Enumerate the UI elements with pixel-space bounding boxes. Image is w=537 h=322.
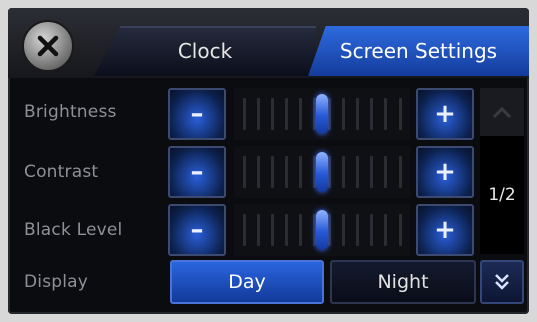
slider-tick xyxy=(299,98,303,130)
slider-tick xyxy=(341,214,345,246)
slider-tick xyxy=(299,214,303,246)
contrast-label: Contrast xyxy=(24,162,99,182)
contrast-minus-glyph: – xyxy=(190,157,204,187)
brightness-slider[interactable] xyxy=(234,88,410,140)
slider-tick xyxy=(285,214,289,246)
brightness-decrease-button[interactable]: – xyxy=(168,88,226,140)
display-day-button[interactable]: Day xyxy=(170,260,324,304)
slider-tick xyxy=(370,98,374,130)
scroll-up-button[interactable] xyxy=(480,88,524,136)
slider-tick xyxy=(256,98,260,130)
contrast-increase-button[interactable]: + xyxy=(416,146,474,198)
black-level-decrease-button[interactable]: – xyxy=(168,204,226,256)
slider-tick xyxy=(327,214,331,246)
black-level-plus-glyph: + xyxy=(434,215,456,245)
tab-clock-label: Clock xyxy=(177,39,233,63)
black-level-label: Black Level xyxy=(24,220,123,240)
slider-tick xyxy=(384,214,388,246)
close-button[interactable] xyxy=(22,20,74,72)
black-level-slider[interactable] xyxy=(234,204,410,256)
tab-screen-settings[interactable]: Screen Settings xyxy=(308,26,529,76)
slider-thumb[interactable] xyxy=(316,94,328,134)
slider-tick xyxy=(384,156,388,188)
display-label: Display xyxy=(24,272,89,292)
slider-tick xyxy=(398,214,402,246)
slider-tick xyxy=(299,156,303,188)
slider-tick xyxy=(341,156,345,188)
tab-screen-settings-label: Screen Settings xyxy=(339,39,498,63)
display-day-label: Day xyxy=(228,271,266,293)
slider-tick xyxy=(355,98,359,130)
slider-tick xyxy=(355,214,359,246)
slider-tick xyxy=(270,214,274,246)
chevron-up-icon xyxy=(492,106,512,119)
slider-tick xyxy=(270,98,274,130)
contrast-decrease-button[interactable]: – xyxy=(168,146,226,198)
slider-tick xyxy=(256,214,260,246)
slider-tick xyxy=(285,156,289,188)
slider-tick xyxy=(242,156,246,188)
slider-tick xyxy=(341,98,345,130)
tab-bar: Clock Screen Settings xyxy=(8,8,529,78)
scroll-down-button[interactable] xyxy=(480,260,524,304)
tab-clock[interactable]: Clock xyxy=(94,26,316,76)
slider-tick xyxy=(242,214,246,246)
slider-thumb[interactable] xyxy=(316,210,328,250)
slider-tick xyxy=(370,214,374,246)
slider-tick xyxy=(384,98,388,130)
slider-tick xyxy=(270,156,274,188)
slider-tick xyxy=(285,98,289,130)
page-indicator: 1/2 xyxy=(480,136,524,254)
display-night-label: Night xyxy=(377,271,429,293)
contrast-slider[interactable] xyxy=(234,146,410,198)
slider-tick xyxy=(398,156,402,188)
close-icon xyxy=(37,35,59,57)
slider-tick xyxy=(355,156,359,188)
slider-tick xyxy=(242,98,246,130)
screen-settings-panel: Clock Screen Settings Brightness – + Con… xyxy=(8,8,529,314)
black-level-minus-glyph: – xyxy=(190,215,204,245)
slider-tick xyxy=(327,156,331,188)
slider-thumb[interactable] xyxy=(316,152,328,192)
double-chevron-down-icon xyxy=(495,274,509,290)
brightness-label: Brightness xyxy=(24,102,117,122)
brightness-increase-button[interactable]: + xyxy=(416,88,474,140)
slider-tick xyxy=(370,156,374,188)
brightness-plus-glyph: + xyxy=(434,99,456,129)
slider-tick xyxy=(398,98,402,130)
display-night-button[interactable]: Night xyxy=(330,260,476,304)
slider-tick xyxy=(256,156,260,188)
black-level-increase-button[interactable]: + xyxy=(416,204,474,256)
brightness-minus-glyph: – xyxy=(190,99,204,129)
contrast-plus-glyph: + xyxy=(434,157,456,187)
slider-tick xyxy=(327,98,331,130)
